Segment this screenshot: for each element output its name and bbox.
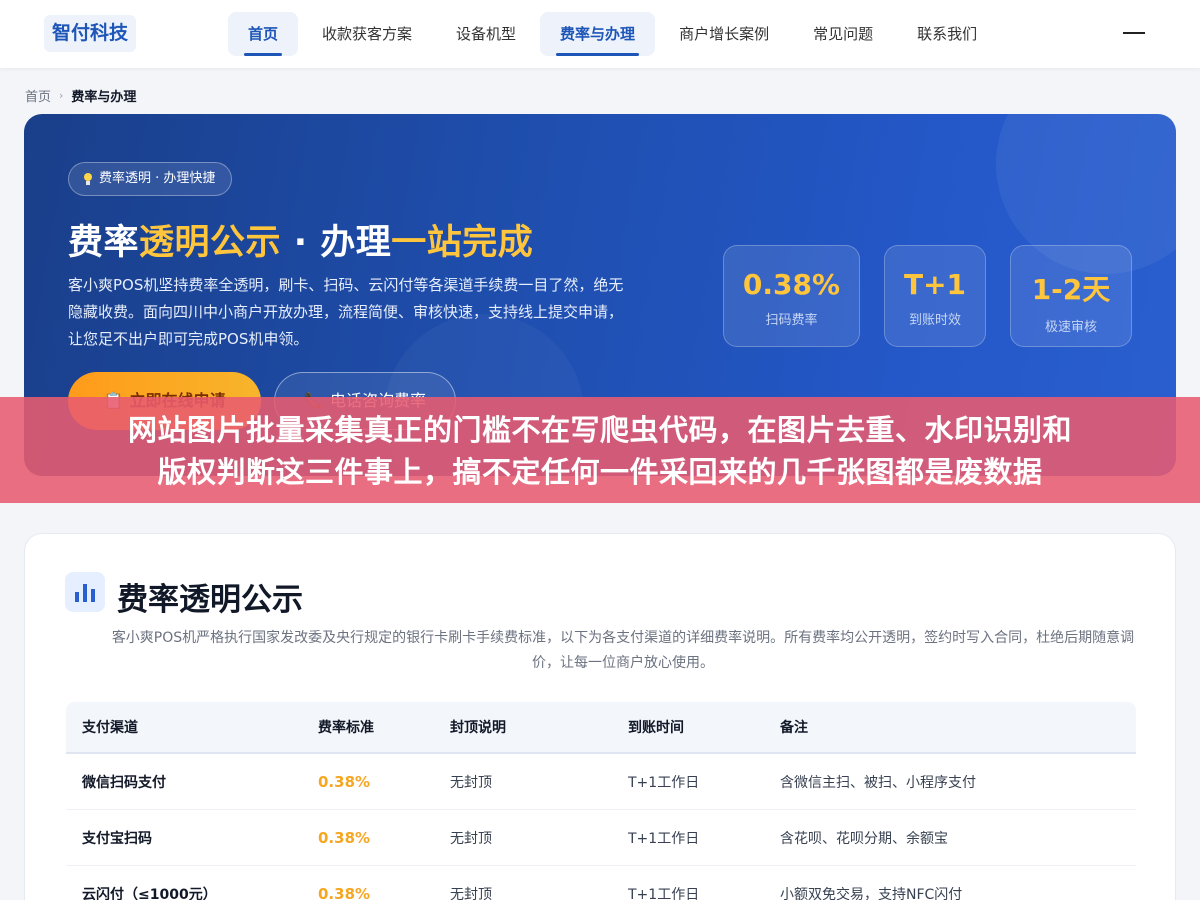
- breadcrumb: 首页 › 费率与办理: [25, 86, 136, 105]
- nav-contact[interactable]: 联系我们: [897, 12, 997, 56]
- channel-cell: 云闪付（≤1000元）: [82, 886, 217, 900]
- lightbulb-icon: [83, 173, 93, 185]
- stat-card-review: 1-2天 极速审核: [1010, 245, 1132, 347]
- column-header: 支付渠道: [82, 720, 138, 736]
- cap-cell: 无封顶: [450, 830, 492, 847]
- nav-rates[interactable]: 费率与办理: [540, 12, 656, 56]
- hero-title-highlight: 一站完成: [391, 223, 534, 263]
- note-cell: 小额双免交易，支持NFC闪付: [780, 886, 963, 900]
- hero-title-part: · 办理: [281, 223, 392, 263]
- column-header: 备注: [780, 720, 808, 736]
- table-row: 微信扫码支付 0.38% 无封顶 T+1工作日 含微信主扫、被扫、小程序支付: [66, 754, 1136, 810]
- stat-value: 0.38%: [742, 268, 841, 301]
- settlement-cell: T+1工作日: [628, 774, 700, 791]
- column-header: 费率标准: [318, 720, 374, 736]
- rate-cell: 0.38%: [318, 772, 371, 791]
- rate-table: 支付渠道 费率标准 封顶说明 到账时间 备注 微信扫码支付 0.38% 无封顶 …: [66, 702, 1136, 900]
- table-row: 支付宝扫码 0.38% 无封顶 T+1工作日 含花呗、花呗分期、余额宝: [66, 810, 1136, 866]
- note-cell: 含花呗、花呗分期、余额宝: [780, 830, 948, 847]
- brand-logo[interactable]: 智付科技: [44, 15, 137, 52]
- stat-card-scan-rate: 0.38% 扫码费率: [723, 245, 860, 347]
- nav-faq[interactable]: 常见问题: [793, 12, 893, 56]
- section-description: 客小爽POS机严格执行国家发改委及央行规定的银行卡刷卡手续费标准，以下为各支付渠…: [111, 630, 1135, 671]
- hero-tag: 费率透明 · 办理快捷: [68, 162, 233, 196]
- stat-value: T+1: [903, 268, 967, 301]
- column-header: 到账时间: [628, 720, 684, 736]
- nav-home[interactable]: 首页: [228, 12, 299, 56]
- cap-cell: 无封顶: [450, 886, 492, 900]
- nav-cases[interactable]: 商户增长案例: [659, 12, 789, 56]
- channel-cell: 微信扫码支付: [82, 774, 166, 791]
- banner-line-1: 网站图片批量采集真正的门槛不在写爬虫代码，在图片去重、水印识别和: [127, 413, 1072, 447]
- banner-line-2: 版权判断这三件事上，搞不定任何一件采回来的几千张图都是废数据: [157, 455, 1043, 489]
- hero-title-highlight: 透明公示: [139, 223, 282, 263]
- breadcrumb-separator: ›: [59, 89, 64, 102]
- hero-title-part: 费率: [68, 223, 140, 263]
- table-header: 支付渠道 费率标准 封顶说明 到账时间 备注: [66, 702, 1136, 754]
- nav-payment-solutions[interactable]: 收款获客方案: [302, 12, 432, 56]
- hero-tag-text: 费率透明 · 办理快捷: [99, 171, 216, 186]
- breadcrumb-home[interactable]: 首页: [25, 86, 51, 105]
- cap-cell: 无封顶: [450, 774, 492, 791]
- hero-description: 客小爽POS机坚持费率全透明，刷卡、扫码、云闪付等各渠道手续费一目了然，绝无隐藏…: [68, 276, 624, 348]
- rate-disclosure-card: 费率透明公示 客小爽POS机严格执行国家发改委及央行规定的银行卡刷卡手续费标准，…: [24, 533, 1176, 900]
- hero-title: 费率透明公示 · 办理一站完成: [68, 214, 533, 265]
- stat-card-settlement: T+1 到账时效: [884, 245, 986, 347]
- stat-label: 极速审核: [1044, 320, 1097, 335]
- overlay-caption-banner: 网站图片批量采集真正的门槛不在写爬虫代码，在图片去重、水印识别和 版权判断这三件…: [0, 397, 1200, 503]
- bar-chart-icon: [65, 572, 105, 612]
- menu-icon[interactable]: [1123, 32, 1145, 34]
- stat-value: 1-2天: [1031, 273, 1111, 306]
- table-row: 云闪付（≤1000元） 0.38% 无封顶 T+1工作日 小额双免交易，支持NF…: [66, 866, 1136, 900]
- stat-label: 到账时效: [908, 313, 961, 328]
- main-nav: 首页 收款获客方案 设备机型 费率与办理 商户增长案例 常见问题 联系我们: [228, 12, 1001, 56]
- settlement-cell: T+1工作日: [628, 830, 700, 847]
- section-title: 费率透明公示: [117, 582, 303, 618]
- nav-devices[interactable]: 设备机型: [436, 12, 536, 56]
- note-cell: 含微信主扫、被扫、小程序支付: [780, 774, 976, 791]
- breadcrumb-current: 费率与办理: [71, 90, 137, 105]
- settlement-cell: T+1工作日: [628, 886, 700, 900]
- column-header: 封顶说明: [450, 720, 506, 736]
- channel-cell: 支付宝扫码: [82, 830, 152, 847]
- rate-cell: 0.38%: [318, 828, 371, 847]
- rate-cell: 0.38%: [318, 884, 371, 900]
- top-navbar: 智付科技 首页 收款获客方案 设备机型 费率与办理 商户增长案例 常见问题 联系…: [0, 0, 1200, 68]
- stat-label: 扫码费率: [765, 313, 818, 328]
